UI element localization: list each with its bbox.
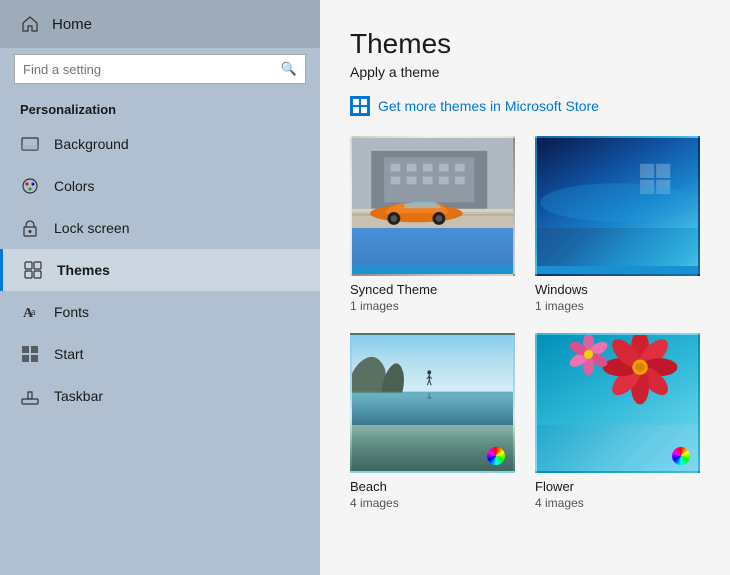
theme-card-synced[interactable]: Synced Theme 1 images bbox=[350, 136, 515, 313]
page-title: Themes bbox=[350, 28, 700, 60]
store-link[interactable]: Get more themes in Microsoft Store bbox=[350, 96, 700, 116]
sidebar-item-background[interactable]: Background bbox=[0, 123, 320, 165]
search-input[interactable] bbox=[15, 56, 273, 83]
main-content: Themes Apply a theme Get more themes in … bbox=[320, 0, 730, 575]
sidebar-item-colors[interactable]: Colors bbox=[0, 165, 320, 207]
lock-screen-label: Lock screen bbox=[54, 220, 129, 236]
beach-thumb bbox=[350, 333, 515, 473]
windows-theme-name: Windows bbox=[535, 282, 700, 297]
beach-theme-count: 4 images bbox=[350, 496, 515, 510]
section-label: Personalization bbox=[0, 94, 320, 123]
taskbar-icon bbox=[20, 386, 40, 406]
flower-theme-name: Flower bbox=[535, 479, 700, 494]
theme-card-flower[interactable]: Flower 4 images bbox=[535, 333, 700, 510]
sidebar-item-start[interactable]: Start bbox=[0, 333, 320, 375]
store-link-label: Get more themes in Microsoft Store bbox=[378, 98, 599, 114]
synced-theme-name: Synced Theme bbox=[350, 282, 515, 297]
flower-thumb bbox=[535, 333, 700, 473]
search-button[interactable]: 🔍 bbox=[273, 55, 305, 83]
home-label: Home bbox=[52, 16, 92, 33]
sidebar-item-themes[interactable]: Themes bbox=[0, 249, 320, 291]
themes-grid: Synced Theme 1 images bbox=[350, 136, 700, 510]
theme-card-windows[interactable]: Windows 1 images bbox=[535, 136, 700, 313]
page-subtitle: Apply a theme bbox=[350, 64, 700, 80]
background-icon bbox=[20, 134, 40, 154]
start-icon bbox=[20, 344, 40, 364]
beach-theme-name: Beach bbox=[350, 479, 515, 494]
background-label: Background bbox=[54, 136, 129, 152]
color-wheel-beach bbox=[487, 447, 505, 465]
sidebar: Home 🔍 Personalization Background Colors bbox=[0, 0, 320, 575]
start-label: Start bbox=[54, 346, 84, 362]
search-box: 🔍 bbox=[14, 54, 306, 84]
colors-label: Colors bbox=[54, 178, 94, 194]
taskbar-label: Taskbar bbox=[54, 388, 103, 404]
home-icon bbox=[20, 14, 40, 34]
themes-icon bbox=[23, 260, 43, 280]
synced-theme-count: 1 images bbox=[350, 299, 515, 313]
windows-theme-count: 1 images bbox=[535, 299, 700, 313]
synced-thumb bbox=[350, 136, 515, 276]
svg-text:a: a bbox=[31, 307, 36, 318]
fonts-label: Fonts bbox=[54, 304, 89, 320]
sidebar-home-button[interactable]: Home bbox=[0, 0, 320, 48]
store-icon bbox=[350, 96, 370, 116]
theme-card-beach[interactable]: Beach 4 images bbox=[350, 333, 515, 510]
windows-thumb bbox=[535, 136, 700, 276]
lock-screen-icon bbox=[20, 218, 40, 238]
fonts-icon: A a bbox=[20, 302, 40, 322]
sidebar-item-lock-screen[interactable]: Lock screen bbox=[0, 207, 320, 249]
color-wheel-flower bbox=[672, 447, 690, 465]
sidebar-item-fonts[interactable]: A a Fonts bbox=[0, 291, 320, 333]
sidebar-item-taskbar[interactable]: Taskbar bbox=[0, 375, 320, 417]
colors-icon bbox=[20, 176, 40, 196]
themes-label: Themes bbox=[57, 262, 110, 278]
flower-theme-count: 4 images bbox=[535, 496, 700, 510]
